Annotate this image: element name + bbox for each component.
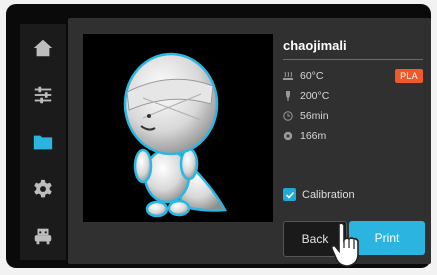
folder-icon [33,135,53,150]
nozzle-temp-value: 200°C [300,90,330,102]
bed-temp-row: 60°C PLA [283,66,423,86]
file-detail-panel: chaojimali 60°C PLA 200°C 56min 166m Cal… [68,18,431,264]
printer-icon [34,229,52,245]
filament-row: 166m [283,126,423,146]
sidebar [20,24,66,260]
nav-files[interactable] [25,124,61,160]
divider [283,59,423,60]
calibration-option[interactable]: Calibration [283,188,355,201]
model-preview [83,34,273,222]
nav-printer[interactable] [25,218,61,254]
bed-temperature-icon [283,70,297,82]
pointing-hand-icon [331,222,359,267]
file-name: chaojimali [283,38,347,53]
home-icon [33,39,53,56]
nav-home[interactable] [25,30,61,66]
nav-system-settings[interactable] [25,171,61,207]
checkmark-icon [285,191,294,199]
print-button[interactable]: Print [349,221,425,255]
nozzle-temp-row: 200°C [283,86,423,106]
filament-length-value: 166m [300,130,327,142]
duration-row: 56min [283,106,423,126]
gear-icon [34,179,52,198]
sliders-icon [34,86,52,104]
model-figure-image [123,52,227,218]
filament-spool-icon [283,130,297,142]
duration-value: 56min [300,110,329,122]
calibration-label: Calibration [302,188,355,201]
clock-icon [283,110,297,122]
calibration-checkbox[interactable] [283,188,296,201]
nozzle-temperature-icon [283,90,297,102]
file-info: chaojimali 60°C PLA 200°C 56min 166m [283,34,423,146]
printer-screen: chaojimali 60°C PLA 200°C 56min 166m Cal… [6,4,431,268]
nav-settings-sliders[interactable] [25,77,61,113]
material-badge: PLA [395,69,423,83]
bed-temp-value: 60°C [300,70,324,82]
